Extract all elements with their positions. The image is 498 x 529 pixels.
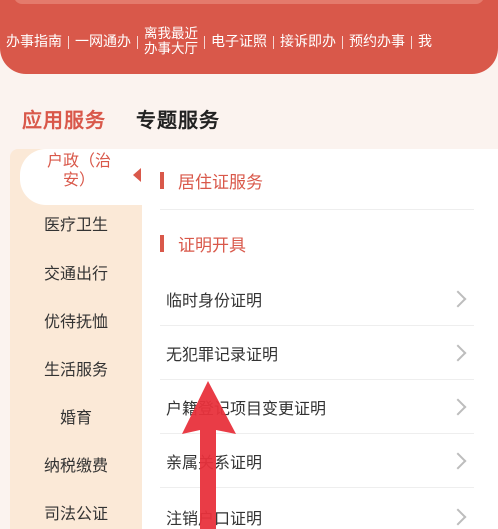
section-title: 居住证服务 — [178, 173, 263, 193]
top-nav: 办事指南 一网通办 离我最近 办事大厅 电子证照 接诉即办 预约办事 我 — [0, 22, 438, 62]
nav-item-more[interactable]: 我 — [412, 34, 438, 50]
search-bar-edge — [14, 0, 484, 4]
list-item-label: 无犯罪记录证明 — [166, 345, 279, 364]
nav-item-nearest-hall[interactable]: 离我最近 办事大厅 — [138, 27, 204, 57]
tab-app-services[interactable]: 应用服务 — [22, 104, 106, 133]
section-certificates: 证明开具 — [160, 231, 246, 256]
section-title: 证明开具 — [178, 236, 246, 256]
divider — [160, 487, 474, 488]
list-item-label: 亲属关系证明 — [166, 453, 263, 472]
list-item-temp-id[interactable]: 临时身份证明 — [160, 272, 474, 326]
list-item-label: 注销户口证明 — [166, 509, 263, 528]
top-banner: 办事指南 一网通办 离我最近 办事大厅 电子证照 接诉即办 预约办事 我 — [0, 0, 498, 74]
category-item-household[interactable]: 户政（治 安） — [36, 151, 122, 189]
category-item-marriage[interactable]: 婚育 — [10, 404, 142, 428]
category-item-preferential[interactable]: 优待抚恤 — [10, 308, 142, 332]
nav-item-appointment[interactable]: 预约办事 — [343, 34, 411, 50]
chevron-right-icon — [449, 290, 467, 308]
list-item-label: 临时身份证明 — [166, 291, 263, 310]
section-marker — [160, 235, 164, 252]
section-residence-permit[interactable]: 居住证服务 — [160, 168, 263, 193]
active-caret-icon — [133, 168, 141, 182]
chevron-right-icon — [449, 398, 467, 416]
chevron-right-icon — [449, 452, 467, 470]
nav-item-e-license[interactable]: 电子证照 — [205, 34, 273, 50]
list-item-cancel-registration[interactable]: 注销户口证明 — [160, 490, 474, 529]
tab-topic-services[interactable]: 专题服务 — [136, 104, 220, 133]
list-item-household-change[interactable]: 户籍登记项目变更证明 — [160, 380, 474, 434]
category-item-medical[interactable]: 医疗卫生 — [10, 211, 142, 235]
category-item-transport[interactable]: 交通出行 — [10, 260, 142, 284]
nav-item-one-network[interactable]: 一网通办 — [69, 34, 137, 50]
list-item-label: 户籍登记项目变更证明 — [166, 399, 327, 418]
section-marker — [160, 172, 164, 189]
divider — [160, 209, 474, 210]
chevron-right-icon — [449, 344, 467, 362]
chevron-right-icon — [449, 508, 467, 526]
nav-item-guide[interactable]: 办事指南 — [0, 34, 68, 50]
category-item-judicial[interactable]: 司法公证 — [10, 500, 142, 524]
list-item-no-criminal-record[interactable]: 无犯罪记录证明 — [160, 326, 474, 380]
list-item-kinship[interactable]: 亲属关系证明 — [160, 434, 474, 488]
category-item-tax[interactable]: 纳税缴费 — [10, 452, 142, 476]
category-item-life[interactable]: 生活服务 — [10, 356, 142, 380]
nav-item-complaint[interactable]: 接诉即办 — [274, 34, 342, 50]
